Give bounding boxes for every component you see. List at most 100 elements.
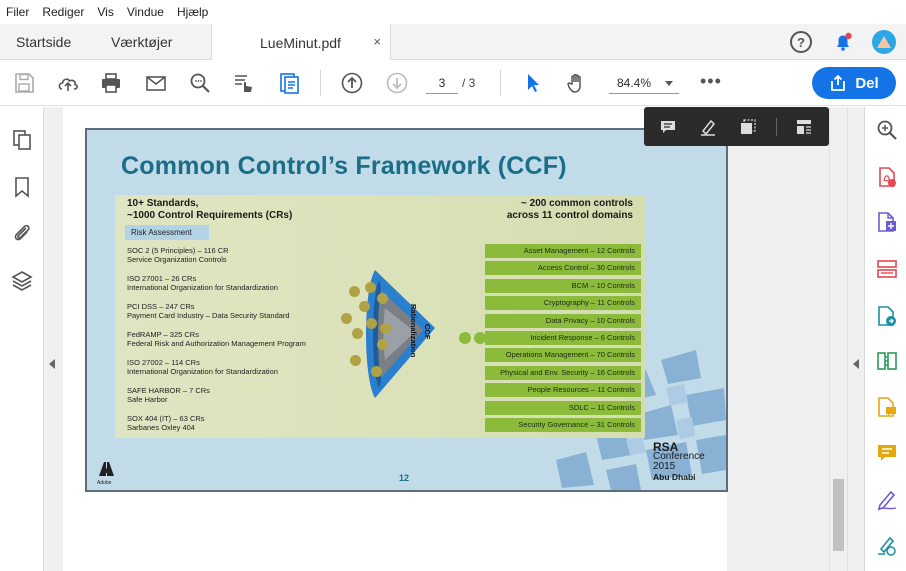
layout-icon bbox=[797, 120, 811, 134]
more-tools-button[interactable]: ••• bbox=[700, 72, 722, 90]
toolbar-divider bbox=[500, 70, 501, 96]
rsa-line: 2015 bbox=[653, 461, 676, 472]
close-tab-icon[interactable]: × bbox=[373, 34, 381, 49]
email-button[interactable] bbox=[143, 70, 169, 96]
help-icon: ? bbox=[790, 31, 812, 53]
hand-tool-button[interactable] bbox=[564, 70, 590, 96]
funnel-label-line: Rationalization bbox=[409, 304, 418, 358]
print-button[interactable] bbox=[98, 70, 124, 96]
find-button[interactable] bbox=[187, 70, 213, 96]
control-domain-bar: SDLC – 11 Controls bbox=[485, 400, 641, 415]
quick-comment-toolbar bbox=[644, 107, 829, 146]
tab-tools[interactable]: Værktøjer bbox=[111, 24, 172, 60]
tab-document[interactable]: LueMinut.pdf × bbox=[211, 24, 391, 61]
export-pdf-icon[interactable] bbox=[875, 165, 899, 189]
standard-item: FedRAMP – 325 CRs Federal Risk and Author… bbox=[127, 330, 306, 348]
previous-page-button[interactable] bbox=[339, 70, 365, 96]
attachment-icon[interactable] bbox=[10, 221, 34, 245]
share-icon bbox=[831, 74, 846, 91]
layers-icon[interactable] bbox=[10, 269, 34, 293]
read-mode-button[interactable] bbox=[231, 70, 257, 96]
right-pane-toggle[interactable] bbox=[847, 107, 864, 571]
control-domain-bar: Physical and Env. Security – 16 Controls bbox=[485, 365, 641, 380]
standards-header-line: ~1000 Control Requirements (CRs) bbox=[127, 210, 293, 221]
zoom-value: 84.4% bbox=[617, 76, 652, 90]
help-button[interactable]: ? bbox=[790, 24, 812, 60]
standards-list: SOC 2 (5 Principles) – 116 CR Service Org… bbox=[127, 246, 347, 442]
select-tool-button[interactable] bbox=[520, 70, 546, 96]
marquee-icon bbox=[741, 119, 756, 134]
left-pane-toggle[interactable] bbox=[44, 107, 61, 571]
arrow-down-icon bbox=[386, 72, 408, 94]
edit-pdf-icon[interactable] bbox=[875, 304, 899, 328]
menu-edit[interactable]: Rediger bbox=[42, 5, 84, 19]
save-icon bbox=[15, 73, 34, 93]
funnel-label-line: CCF bbox=[423, 324, 432, 340]
notifications-button[interactable] bbox=[832, 24, 854, 60]
output-dot bbox=[474, 332, 486, 344]
input-dot bbox=[341, 313, 352, 324]
upload-cloud-button[interactable] bbox=[55, 70, 81, 96]
account-button[interactable] bbox=[872, 24, 896, 60]
save-button[interactable] bbox=[11, 70, 37, 96]
control-domain-bar: Security Governance – 31 Controls bbox=[485, 417, 641, 432]
rsa-city: Abu Dhabi bbox=[653, 472, 696, 482]
vertical-scrollbar[interactable] bbox=[829, 107, 847, 571]
page-number-input[interactable]: 3 bbox=[426, 72, 458, 94]
next-page-button[interactable] bbox=[384, 70, 410, 96]
comment-doc-icon[interactable] bbox=[875, 395, 899, 419]
input-dot bbox=[377, 339, 388, 350]
control-domain-bar: Incident Response – 6 Controls bbox=[485, 330, 641, 345]
export-pdf-button[interactable] bbox=[276, 70, 302, 96]
highlighter-icon bbox=[701, 119, 716, 136]
sign-icon[interactable] bbox=[875, 488, 899, 512]
highlight-button[interactable] bbox=[698, 117, 718, 137]
print-icon bbox=[102, 73, 120, 93]
chevron-down-icon bbox=[665, 81, 673, 86]
chevron-left-icon bbox=[49, 359, 55, 369]
tab-home[interactable]: Startside bbox=[16, 24, 71, 60]
cloud-upload-icon bbox=[58, 78, 78, 91]
control-domain-bar: Asset Management – 12 Controls bbox=[485, 244, 641, 258]
comment-icon bbox=[661, 121, 675, 133]
pages-icon[interactable] bbox=[10, 128, 34, 152]
standards-header-line: 10+ Standards, bbox=[127, 198, 199, 209]
pdf-page: Common Control’s Framework (CCF) 10+ Sta… bbox=[63, 107, 728, 571]
slide-title: Common Control’s Framework (CCF) bbox=[121, 152, 567, 180]
toolbar-divider bbox=[320, 70, 321, 96]
fill-sign-icon[interactable] bbox=[875, 533, 899, 557]
bell-icon bbox=[837, 32, 852, 51]
menu-file[interactable]: Filer bbox=[6, 5, 29, 19]
input-dot bbox=[366, 318, 377, 329]
controls-header-line: across 11 control domains bbox=[506, 210, 633, 221]
bookmark-icon[interactable] bbox=[10, 175, 34, 199]
share-label: Del bbox=[855, 74, 879, 92]
copy-area-button[interactable] bbox=[738, 117, 758, 137]
zoom-icon[interactable] bbox=[875, 118, 899, 142]
tab-bar: Startside Værktøjer LueMinut.pdf × ? bbox=[0, 24, 906, 61]
tools-pane bbox=[864, 107, 906, 571]
compress-icon[interactable] bbox=[875, 349, 899, 373]
standard-item: ISO 27002 – 114 CRs International Organiz… bbox=[127, 358, 278, 376]
menu-bar: Filer Rediger Vis Vindue Hjælp bbox=[0, 0, 906, 24]
avatar bbox=[872, 30, 896, 54]
touch-mode-icon bbox=[235, 75, 252, 92]
standard-item: SAFE HARBOR – 7 CRs Safe Harbor bbox=[127, 386, 210, 404]
menu-help[interactable]: Hjælp bbox=[177, 5, 208, 19]
menu-view[interactable]: Vis bbox=[97, 5, 113, 19]
comment-icon[interactable] bbox=[875, 441, 899, 465]
mail-icon bbox=[146, 76, 166, 91]
create-pdf-icon[interactable] bbox=[875, 210, 899, 234]
zoom-dropdown[interactable]: 84.4% bbox=[609, 72, 679, 94]
organize-pages-icon[interactable] bbox=[875, 257, 899, 281]
share-button[interactable]: Del bbox=[812, 67, 896, 99]
document-export-icon bbox=[280, 73, 299, 94]
layout-button[interactable] bbox=[794, 117, 814, 137]
control-domain-bar: Operations Management – 70 Controls bbox=[485, 348, 641, 363]
input-dot bbox=[377, 293, 388, 304]
document-view[interactable]: Common Control’s Framework (CCF) 10+ Sta… bbox=[61, 107, 829, 571]
scrollbar-thumb[interactable] bbox=[833, 479, 844, 551]
cursor-icon bbox=[528, 74, 539, 92]
sticky-note-button[interactable] bbox=[658, 117, 678, 137]
menu-window[interactable]: Vindue bbox=[127, 5, 164, 19]
